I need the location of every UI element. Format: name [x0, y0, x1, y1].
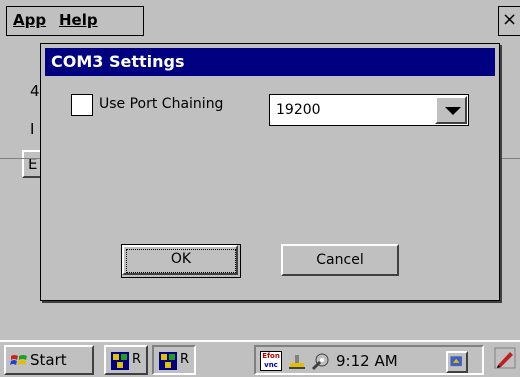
- pen-icon[interactable]: [494, 347, 516, 369]
- dialog-title: COM3 Settings: [45, 48, 495, 76]
- start-label: Start: [30, 351, 67, 369]
- use-port-chaining-label[interactable]: Use Port Chaining: [99, 96, 223, 112]
- menu-help[interactable]: Help: [59, 11, 98, 29]
- wrench-icon[interactable]: [310, 352, 330, 372]
- use-port-chaining-checkbox[interactable]: [71, 94, 93, 116]
- menubar: App Help ×: [0, 0, 520, 40]
- menu-app[interactable]: App: [13, 11, 46, 29]
- ok-button[interactable]: OK: [121, 244, 241, 278]
- system-tray: Efon vnc 9:12 AM: [254, 345, 484, 375]
- taskbar-app-button-active[interactable]: R: [152, 345, 196, 375]
- chevron-down-icon: [445, 107, 461, 115]
- cancel-button[interactable]: Cancel: [281, 244, 399, 276]
- dropdown-button[interactable]: [435, 96, 467, 124]
- taskbar: Start R R Efon vnc 9:12 AM: [0, 340, 520, 377]
- desktop-icon[interactable]: [446, 351, 468, 373]
- background-text-fragment: I: [30, 120, 35, 138]
- ok-button-label: OK: [170, 251, 192, 267]
- app-cubes-icon: [159, 352, 177, 370]
- clock[interactable]: 9:12 AM: [336, 352, 398, 370]
- vnc-icon-bottom: vnc: [264, 361, 278, 369]
- windows-flag-icon: [10, 355, 27, 365]
- com3-settings-dialog: COM3 Settings Use Port Chaining 19200 OK…: [40, 43, 500, 301]
- baud-rate-select[interactable]: 19200: [269, 94, 469, 126]
- baud-rate-value: 19200: [276, 102, 321, 118]
- taskbar-app-label: R: [180, 352, 190, 367]
- taskbar-app-button[interactable]: R: [104, 345, 148, 375]
- cancel-button-label: Cancel: [316, 252, 364, 268]
- taskbar-app-label: R: [132, 352, 142, 367]
- background-text-fragment: 4: [30, 82, 40, 100]
- network-icon[interactable]: [288, 353, 306, 371]
- start-button[interactable]: Start: [4, 345, 94, 375]
- app-cubes-icon: [111, 352, 129, 370]
- vnc-icon[interactable]: Efon vnc: [260, 351, 282, 371]
- menu-group: App Help: [6, 6, 144, 36]
- vnc-icon-top: Efon: [262, 352, 280, 360]
- close-button[interactable]: ×: [498, 6, 520, 36]
